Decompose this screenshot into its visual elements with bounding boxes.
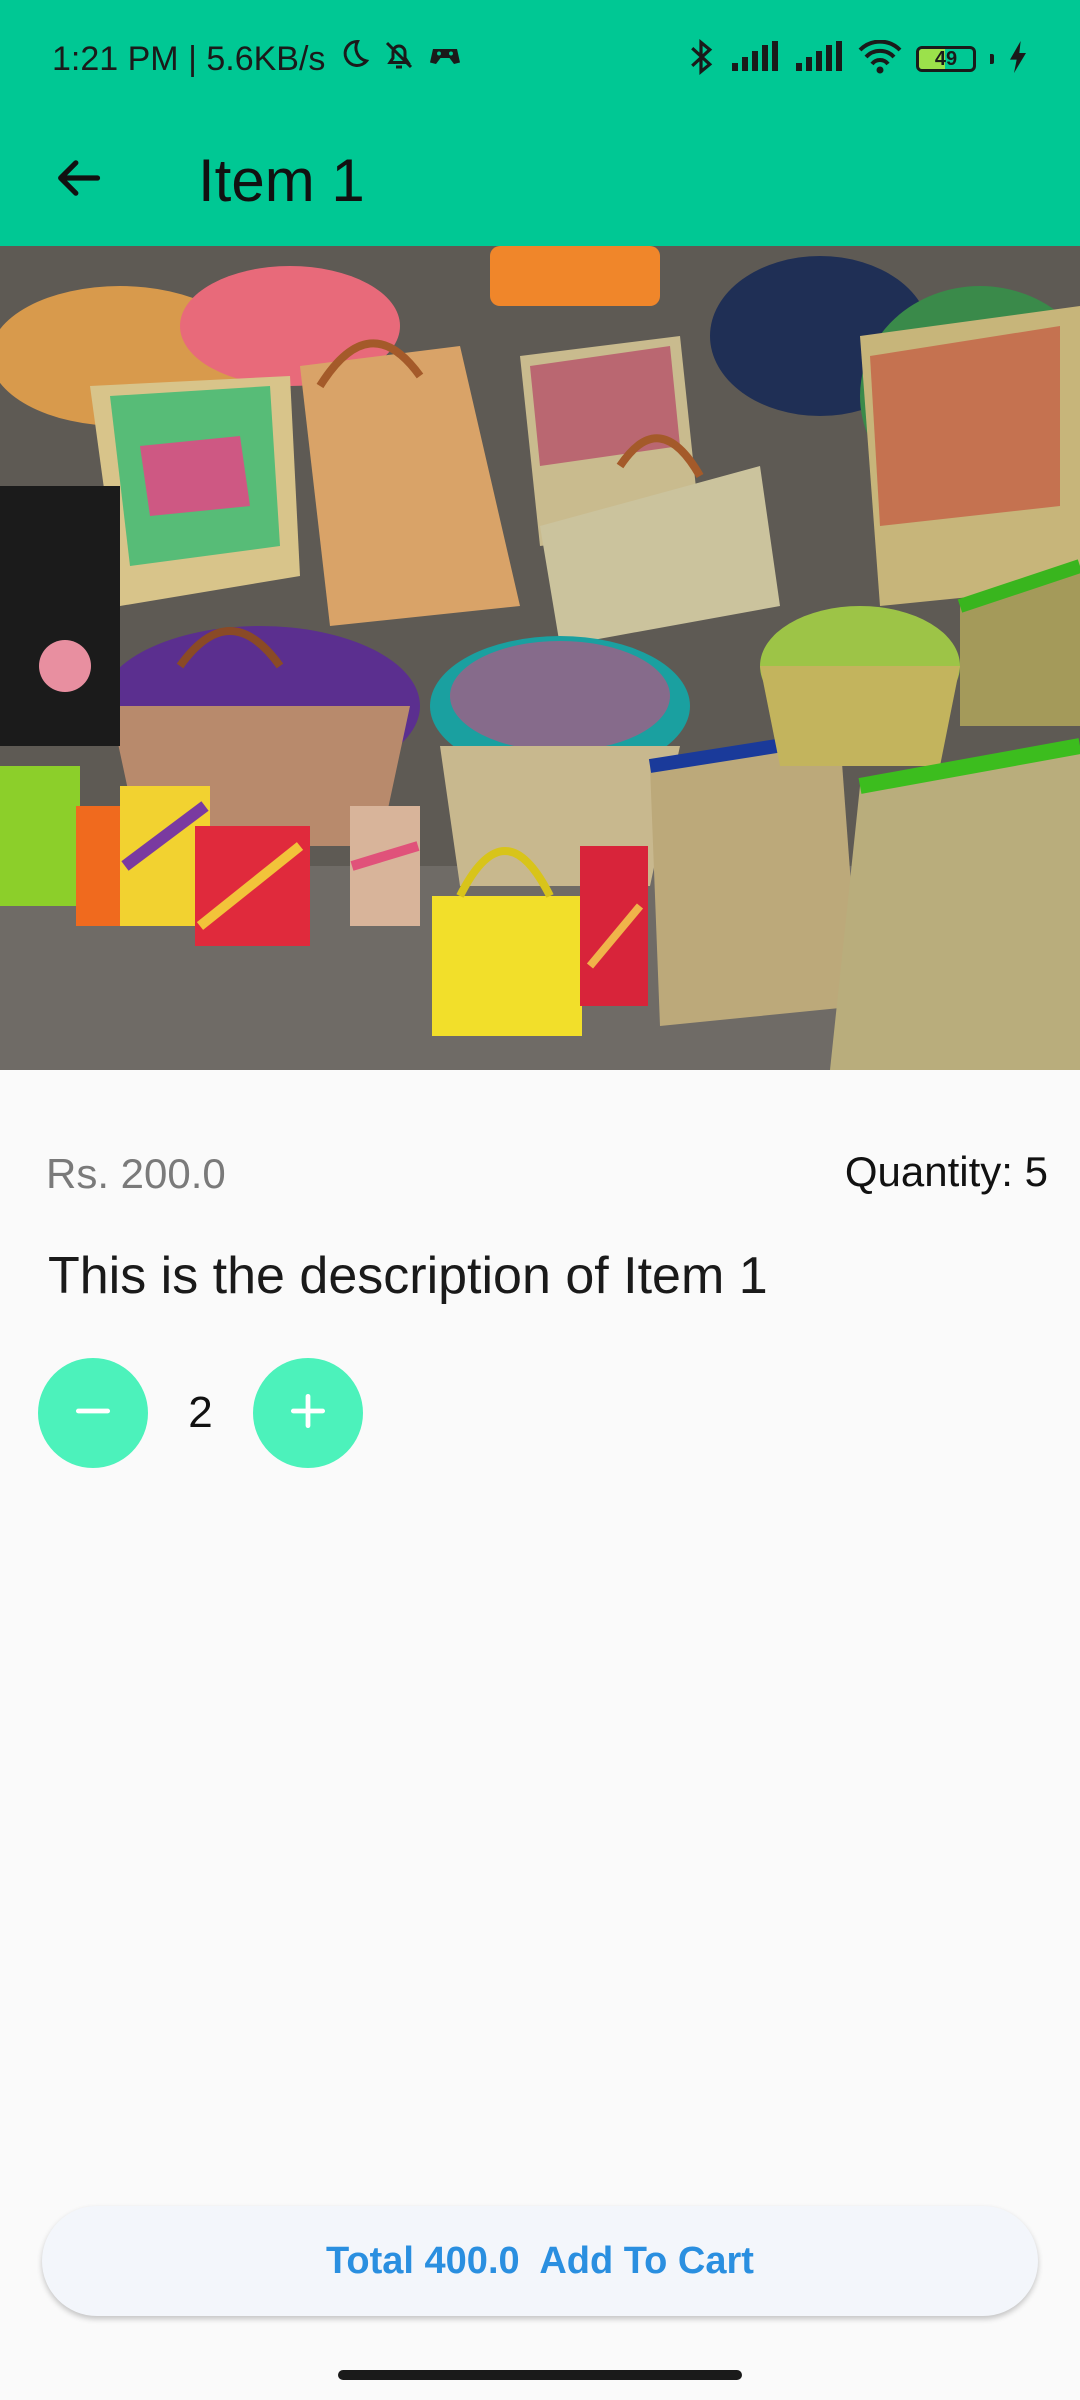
status-bar: 1:21 PM | 5.6KB/s 49	[0, 0, 1080, 118]
bluetooth-icon	[686, 38, 716, 81]
battery-icon: 49	[916, 46, 976, 72]
battery-cap	[990, 54, 994, 64]
back-button[interactable]	[42, 144, 114, 216]
quantity-stepper: 2	[38, 1358, 438, 1468]
signal-icon	[730, 40, 780, 78]
signal-icon	[794, 40, 844, 78]
plus-icon	[286, 1389, 330, 1438]
minus-icon	[71, 1389, 115, 1438]
moon-icon	[335, 37, 371, 82]
decrement-button[interactable]	[38, 1358, 148, 1468]
app-bar: Item 1	[0, 118, 1080, 246]
page-title: Item 1	[198, 147, 365, 214]
stepper-count: 2	[188, 1388, 213, 1437]
game-icon	[427, 37, 463, 82]
bell-off-icon	[381, 37, 417, 82]
item-detail-screen: 1:21 PM | 5.6KB/s 49 Item 1 Rs. 200.0 Qu…	[0, 0, 1080, 2400]
status-time-speed: 1:21 PM | 5.6KB/s	[52, 39, 326, 78]
item-description: This is the description of Item 1	[48, 1247, 768, 1305]
arrow-left-icon	[52, 152, 104, 209]
increment-button[interactable]	[253, 1358, 363, 1468]
status-left: 1:21 PM | 5.6KB/s	[52, 34, 463, 84]
charging-icon	[1008, 40, 1028, 78]
add-to-cart-button[interactable]: Total 400.0 Add To Cart	[42, 2206, 1038, 2316]
gesture-nav-handle[interactable]	[338, 2370, 742, 2380]
quantity-label: Quantity: 5	[844, 1148, 1048, 1195]
wifi-icon	[858, 39, 902, 79]
woven-baskets-photo	[0, 246, 1080, 1070]
price-label: Rs. 200.0	[46, 1150, 226, 1197]
status-right: 49	[686, 34, 1028, 84]
battery-level: 49	[934, 47, 958, 70]
